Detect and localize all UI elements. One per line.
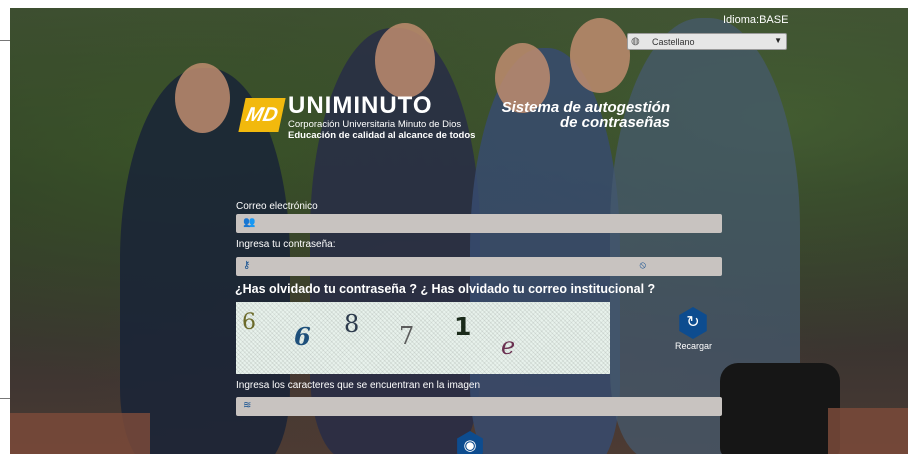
background-backpack <box>720 363 840 454</box>
logo-mark: MD <box>238 98 286 132</box>
logo-brand-name: UNIMINUTO <box>288 92 433 119</box>
background-fence <box>10 413 150 454</box>
reload-icon: ↻ <box>679 307 707 339</box>
reload-label: Recargar <box>675 341 713 351</box>
system-title: Sistema de autogestión de contraseñas <box>490 100 670 130</box>
system-title-line-2: de contraseñas <box>559 114 670 131</box>
background-face <box>570 18 630 93</box>
chevron-down-icon: ▼ <box>774 36 782 45</box>
captcha-char: 6 <box>242 310 256 335</box>
captcha-char: 6 <box>294 322 311 351</box>
system-title-line-1: Sistema de autogestión <box>501 99 670 116</box>
reload-captcha-button[interactable]: ↻ Recargar <box>675 307 713 359</box>
captcha-char: 1 <box>454 312 472 341</box>
uniminuto-logo: MD UNIMINUTO Corporación Universitaria M… <box>238 92 488 141</box>
background-face <box>175 63 230 133</box>
captcha-char: 7 <box>399 322 415 350</box>
captcha-label: Ingresa los caracteres que se encuentran… <box>236 380 481 391</box>
language-label: Idioma:BASE <box>723 14 789 26</box>
left-border-mark <box>0 398 10 399</box>
email-field[interactable]: 👥 <box>236 214 722 233</box>
language-select-value: Castellano <box>652 37 695 47</box>
left-border-mark <box>0 40 10 41</box>
key-icon: ⚷ <box>243 260 251 271</box>
background-face <box>375 23 435 98</box>
language-select[interactable]: ◍ Castellano ▼ <box>627 33 787 50</box>
captcha-char: 8 <box>344 310 360 338</box>
captcha-input[interactable]: ≋ <box>236 397 722 416</box>
eye-slash-icon[interactable]: ⦸ <box>639 260 646 271</box>
waveform-icon: ≋ <box>243 400 252 411</box>
background-fence <box>828 408 908 454</box>
eye-icon: ◉ <box>463 437 477 454</box>
logo-tagline: Educación de calidad al alcance de todos <box>288 130 476 141</box>
globe-icon: ◍ <box>631 36 640 47</box>
logo-subtitle: Corporación Universitaria Minuto de Dios <box>288 119 462 130</box>
forgot-credentials-link[interactable]: ¿Has olvidado tu contraseña ? ¿ Has olvi… <box>235 282 655 296</box>
captcha-image: 6 6 8 7 1 e <box>236 302 610 374</box>
password-label: Ingresa tu contraseña: <box>236 239 336 250</box>
email-label: Correo electrónico <box>236 201 318 212</box>
login-page: Idioma:BASE ◍ Castellano ▼ MD UNIMINUTO … <box>10 8 908 454</box>
password-field[interactable]: ⚷ ⦸ <box>236 257 722 276</box>
captcha-char: e <box>501 332 516 360</box>
users-icon: 👥 <box>243 217 256 228</box>
